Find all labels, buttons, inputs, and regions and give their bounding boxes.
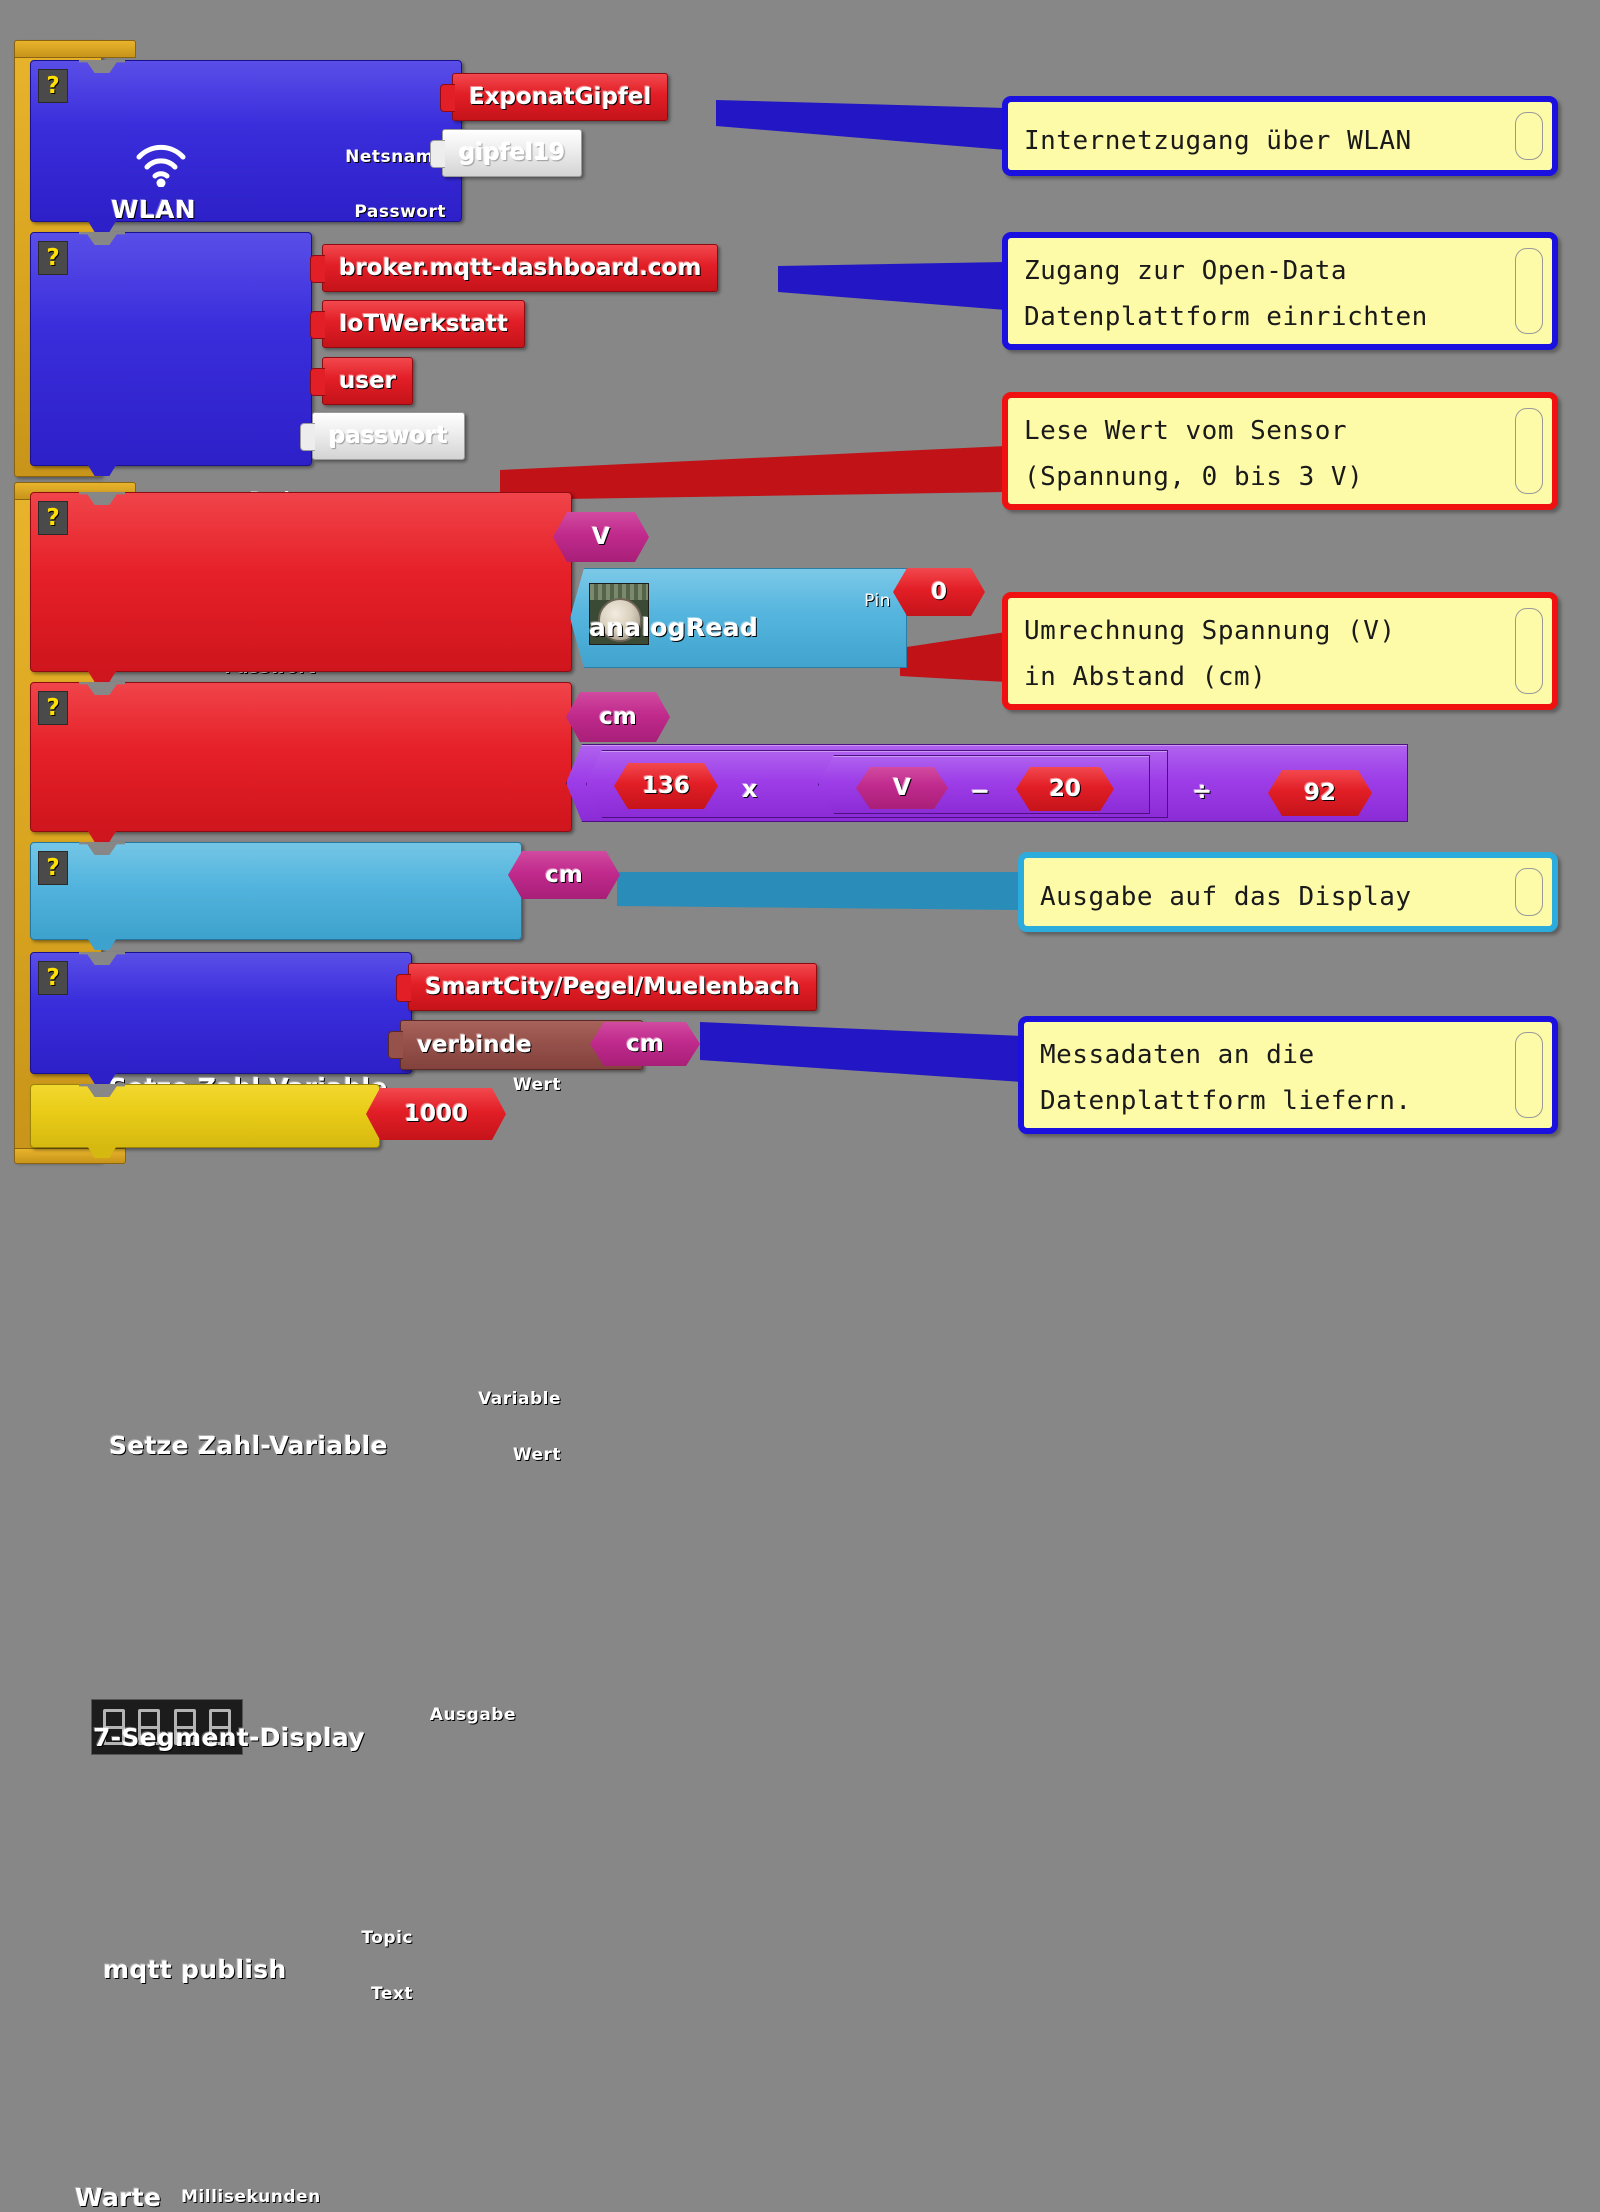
variable-chip-cm[interactable]: cm [566, 692, 670, 742]
field-wlan-passwort-value[interactable]: gipfel19 [429, 129, 583, 177]
operator-minus: − [970, 777, 991, 805]
variable-chip-v[interactable]: V [553, 512, 649, 562]
label-pin: Pin [864, 591, 891, 611]
field-user-value[interactable]: user [309, 357, 414, 405]
verbinde-chip-cm[interactable]: cm [590, 1022, 700, 1066]
field-mqtt-passwort-value[interactable]: passwort [300, 412, 465, 460]
analogread-label: analogRead [589, 613, 759, 642]
comment-display[interactable]: Ausgabe auf das Display [1018, 852, 1558, 932]
comment-text: Lese Wert vom Sensor (Spannung, 0 bis 3 … [1024, 416, 1364, 492]
comment-mqtt[interactable]: Zugang zur Open-Data Datenplattform einr… [1002, 232, 1558, 350]
label-wert: Wert [512, 1445, 561, 1465]
connector-wlan [716, 100, 1006, 150]
comment-text: Umrechnung Spannung (V) in Abstand (cm) [1024, 616, 1396, 692]
wlan-block-title: WLAN [111, 195, 196, 224]
wifi-icon [131, 139, 191, 188]
help-icon[interactable]: ? [38, 961, 68, 995]
help-icon[interactable]: ? [38, 241, 68, 275]
help-icon[interactable]: ? [38, 851, 68, 885]
connector-display [617, 872, 1022, 910]
operand-136[interactable]: 136 [614, 763, 718, 809]
pin-value-chip[interactable]: 0 [893, 568, 985, 616]
blockly-workspace[interactable]: ? WLAN Netsname Passwort ExponatGipfel g… [0, 0, 1600, 2212]
analogread-sensor-block[interactable]: analogRead Pin [570, 568, 907, 668]
connector-publish [700, 1022, 1022, 1082]
label-variable: Variable [478, 1389, 561, 1409]
label-millisekunden: Millisekunden [181, 2187, 321, 2207]
seven-segment-display-block[interactable]: ? 7-Segment-Display Ausgabe [30, 842, 522, 1755]
operand-92[interactable]: 92 [1268, 770, 1372, 816]
connector-umrechnung [900, 632, 1006, 682]
comment-resize-handle[interactable] [1515, 608, 1543, 694]
comment-resize-handle[interactable] [1515, 112, 1543, 160]
wlan-block[interactable]: ? WLAN Netsname Passwort [30, 60, 462, 224]
set-number-variable-cm-block[interactable]: ? Setze Zahl-Variable Variable Wert [30, 682, 572, 1465]
comment-text: Internetzugang über WLAN [1024, 126, 1412, 156]
comment-resize-handle[interactable] [1515, 248, 1543, 334]
comment-text: Ausgabe auf das Display [1040, 882, 1412, 912]
connector-mqtt [778, 262, 1006, 310]
publish-block-title: mqtt publish [103, 1955, 287, 1984]
operator-multiply: x [742, 775, 758, 803]
setup-container-top [14, 40, 136, 58]
operator-divide: ÷ [1192, 777, 1213, 805]
field-broker-value[interactable]: broker.mqtt-dashboard.com [309, 244, 719, 292]
comment-publish[interactable]: Messadaten an die Datenplattform liefern… [1018, 1016, 1558, 1134]
display-block-title: 7-Segment-Display [93, 1723, 365, 1752]
wait-block-title: Warte [75, 2183, 162, 2212]
field-netsname-value[interactable]: ExponatGipfel [439, 73, 669, 121]
label-passwort: Passwort [354, 202, 446, 222]
set-number-variable-v-block[interactable]: ? Setze Zahl-Variable Variable Wert [30, 492, 572, 1102]
operand-variable-v[interactable]: V [856, 767, 948, 809]
label-text: Text [371, 1984, 413, 2004]
wait-block[interactable]: Warte Millisekunden [30, 1084, 380, 2212]
mqtt-publish-block[interactable]: ? mqtt publish Topic Text [30, 952, 413, 2004]
label-netsname: Netsname [345, 147, 446, 167]
field-client-value[interactable]: IoTWerkstatt [309, 300, 526, 348]
connector-sensor [500, 446, 1006, 500]
operand-20[interactable]: 20 [1016, 767, 1114, 811]
field-topic-value[interactable]: SmartCity/Pegel/Muelenbach [395, 963, 818, 1011]
wait-value-chip[interactable]: 1000 [366, 1088, 506, 1140]
comment-resize-handle[interactable] [1515, 1032, 1543, 1118]
mqtt-block[interactable]: ? mqtt Broker Client User Passwort [30, 232, 316, 678]
comment-sensor[interactable]: Lese Wert vom Sensor (Spannung, 0 bis 3 … [1002, 392, 1558, 510]
label-topic: Topic [361, 1928, 413, 1948]
comment-wlan[interactable]: Internetzugang über WLAN [1002, 96, 1558, 176]
display-output-chip[interactable]: cm [508, 851, 620, 899]
label-ausgabe: Ausgabe [429, 1705, 516, 1725]
comment-text: Messadaten an die Datenplattform liefern… [1040, 1040, 1412, 1116]
comment-text: Zugang zur Open-Data Datenplattform einr… [1024, 256, 1428, 332]
help-icon[interactable]: ? [38, 691, 68, 725]
help-icon[interactable]: ? [38, 69, 68, 103]
comment-resize-handle[interactable] [1515, 868, 1543, 916]
comment-resize-handle[interactable] [1515, 408, 1543, 494]
help-icon[interactable]: ? [38, 501, 68, 535]
comment-umrechnung[interactable]: Umrechnung Spannung (V) in Abstand (cm) [1002, 592, 1558, 710]
